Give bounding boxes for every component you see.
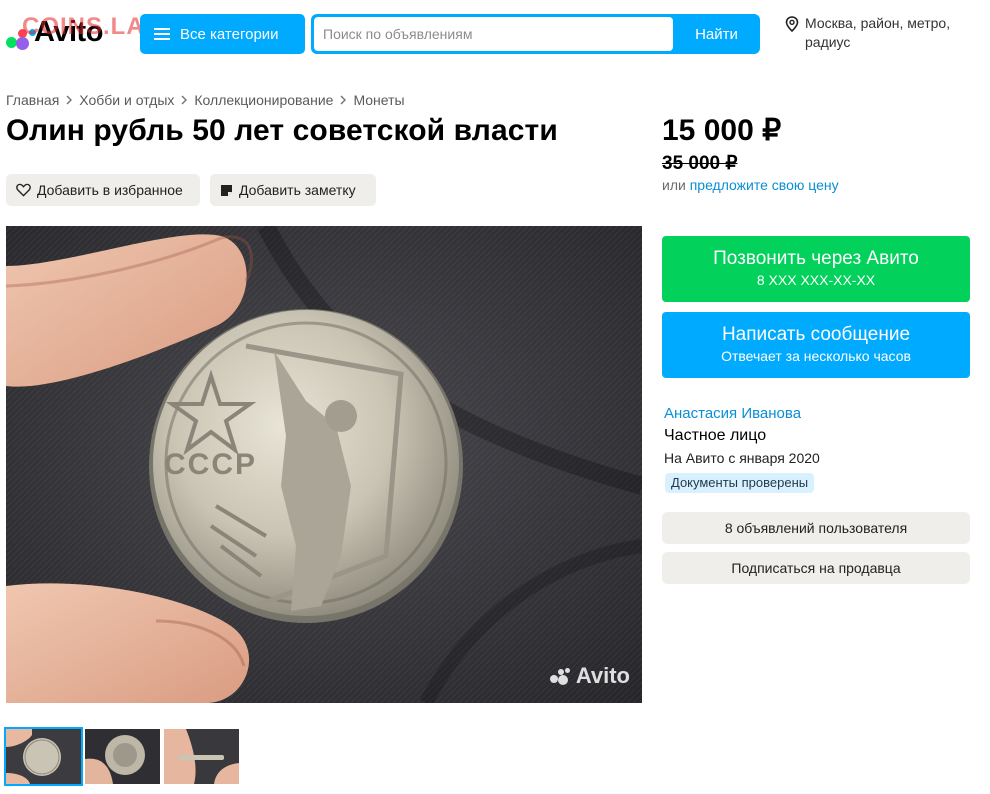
- seller-ads-button[interactable]: 8 объявлений пользователя: [662, 512, 970, 544]
- svg-text:CCCP: CCCP: [164, 448, 257, 481]
- message-button-sub: Отвечает за несколько часов: [721, 348, 911, 364]
- main-photo[interactable]: CCCP Avito: [6, 226, 642, 703]
- offer-price-link[interactable]: предложите свою цену: [690, 177, 839, 193]
- breadcrumb-coins[interactable]: Монеты: [353, 92, 404, 108]
- add-note-button[interactable]: Добавить заметку: [210, 174, 376, 206]
- location-pin-icon: [785, 16, 799, 32]
- call-button-phone: 8 XXX XXX-XX-XX: [756, 272, 876, 288]
- thumbnail-coin-reverse-image: [85, 729, 160, 784]
- seller-since: На Авито с января 2020: [664, 450, 820, 466]
- listing-title: Олин рубль 50 лет советской власти: [6, 114, 558, 147]
- message-button[interactable]: Написать сообщение Отвечает за несколько…: [662, 312, 970, 378]
- categories-button[interactable]: Все категории: [140, 14, 305, 54]
- note-icon: [221, 184, 232, 196]
- thumbnail-2[interactable]: [85, 729, 160, 784]
- categories-label: Все категории: [180, 25, 279, 43]
- add-note-label: Добавить заметку: [239, 182, 356, 198]
- add-favorite-button[interactable]: Добавить в избранное: [6, 174, 200, 206]
- search-button[interactable]: Найти: [673, 14, 760, 54]
- subscribe-seller-button[interactable]: Подписаться на продавца: [662, 552, 970, 584]
- call-button[interactable]: Позвонить через Авито 8 XXX XXX-XX-XX: [662, 236, 970, 302]
- menu-icon: [154, 28, 170, 40]
- thumbnail-coin-edge-image: [164, 729, 239, 784]
- seller-type: Частное лицо: [664, 427, 767, 444]
- thumbnail-1[interactable]: [4, 727, 83, 786]
- location-selector[interactable]: Москва, район, метро, радиус: [785, 14, 985, 52]
- offer-prefix: или: [662, 177, 686, 193]
- coin-photo-image: CCCP: [6, 226, 642, 703]
- search-bar: Найти: [311, 14, 760, 54]
- chevron-right-icon: [66, 95, 73, 105]
- breadcrumb-collecting[interactable]: Коллекционирование: [194, 92, 333, 108]
- photo-watermark: Avito: [549, 663, 630, 689]
- price-offer: или предложите свою цену: [662, 177, 839, 193]
- heart-icon: [16, 183, 31, 197]
- price-old: 35 000 ₽: [662, 153, 738, 174]
- search-input[interactable]: [314, 17, 673, 51]
- price-current: 15 000 ₽: [662, 114, 782, 147]
- photo-watermark-text: Avito: [575, 663, 630, 688]
- add-favorite-label: Добавить в избранное: [37, 182, 183, 198]
- breadcrumb-home[interactable]: Главная: [6, 92, 59, 108]
- call-button-label: Позвонить через Авито: [713, 248, 919, 269]
- documents-verified-badge: Документы проверены: [665, 473, 815, 493]
- location-text: Москва, район, метро, радиус: [805, 15, 951, 50]
- message-button-label: Написать сообщение: [721, 324, 911, 345]
- avito-dots-icon: [549, 667, 572, 685]
- thumbnail-3[interactable]: [164, 729, 239, 784]
- breadcrumb-hobby[interactable]: Хобби и отдых: [79, 92, 174, 108]
- seller-name-link[interactable]: Анастасия Иванова: [664, 405, 801, 422]
- chevron-right-icon: [181, 95, 188, 105]
- chevron-right-icon: [340, 95, 347, 105]
- breadcrumb: Главная Хобби и отдых Коллекционирование…: [6, 92, 405, 108]
- thumbnail-coin-image: [6, 729, 81, 784]
